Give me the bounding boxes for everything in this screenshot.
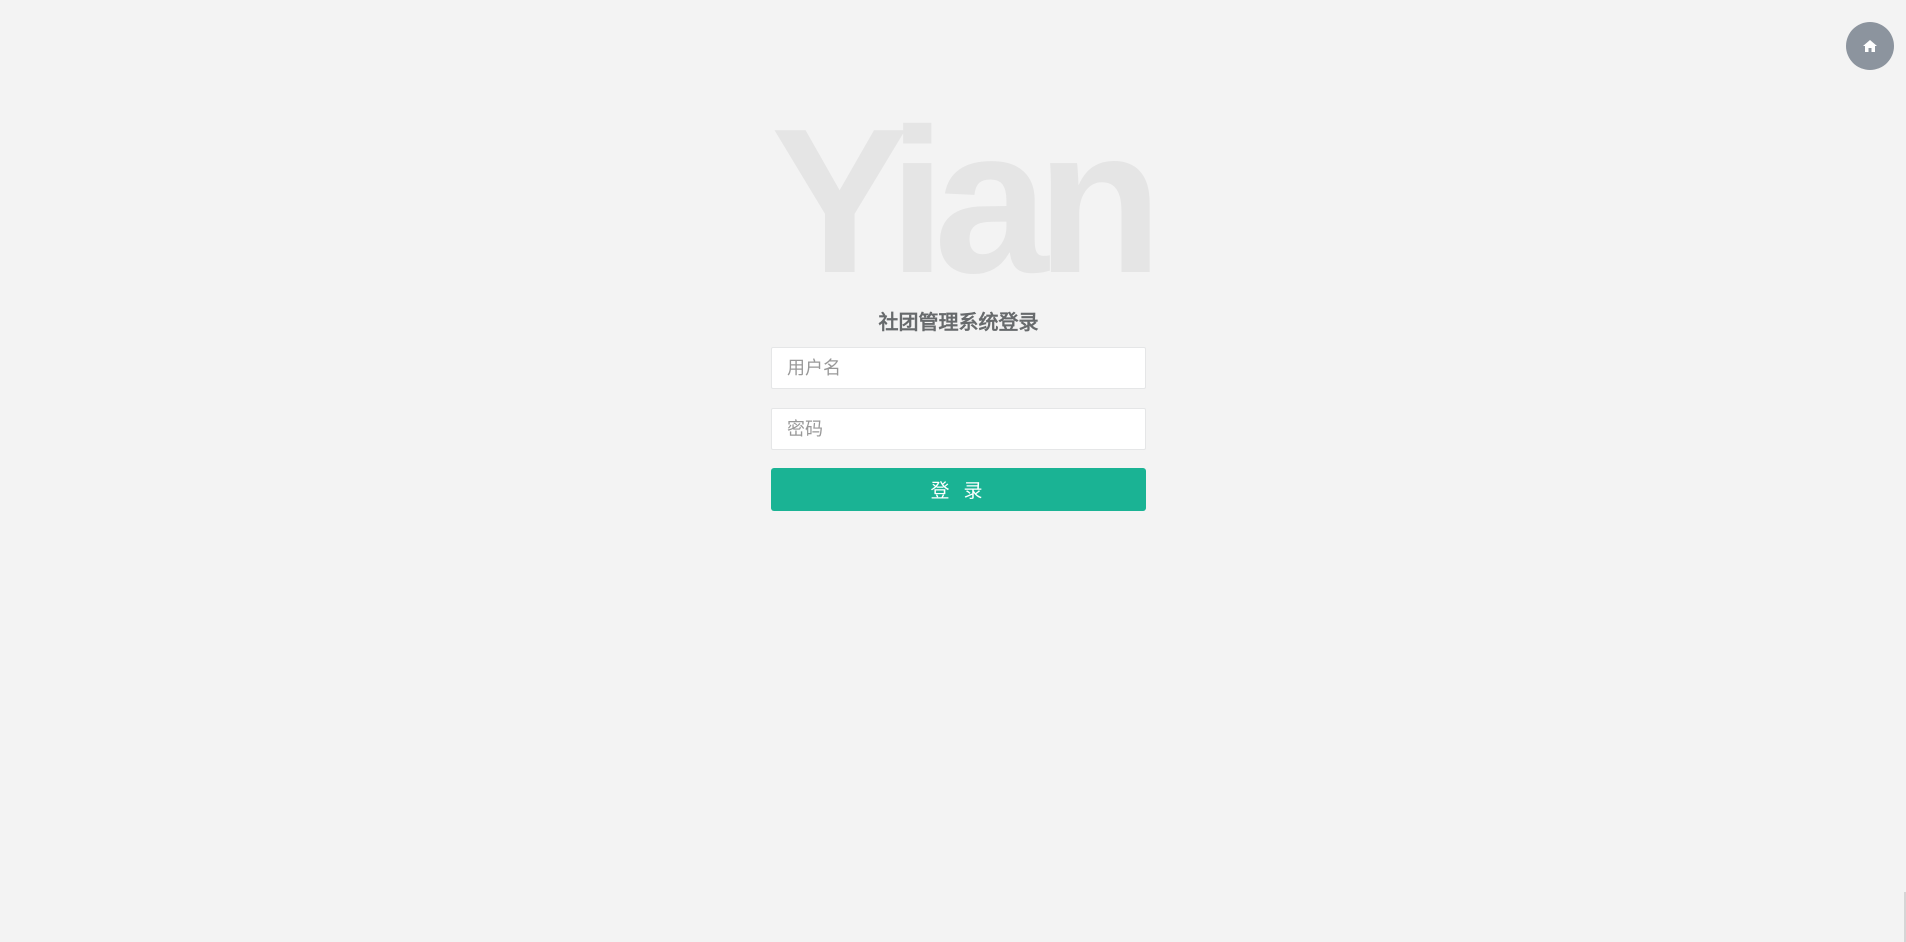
home-button[interactable] — [1846, 22, 1894, 70]
login-page: Yian 社团管理系统登录 登 录 — [0, 0, 1906, 942]
password-input[interactable] — [771, 408, 1146, 450]
logo-text: Yian — [771, 110, 1151, 275]
username-input[interactable] — [771, 347, 1146, 389]
logo: Yian — [771, 110, 1163, 275]
login-button[interactable]: 登 录 — [771, 468, 1146, 511]
home-icon — [1862, 39, 1878, 53]
login-panel: Yian 社团管理系统登录 登 录 — [771, 110, 1163, 511]
login-title: 社团管理系统登录 — [878, 310, 1039, 334]
